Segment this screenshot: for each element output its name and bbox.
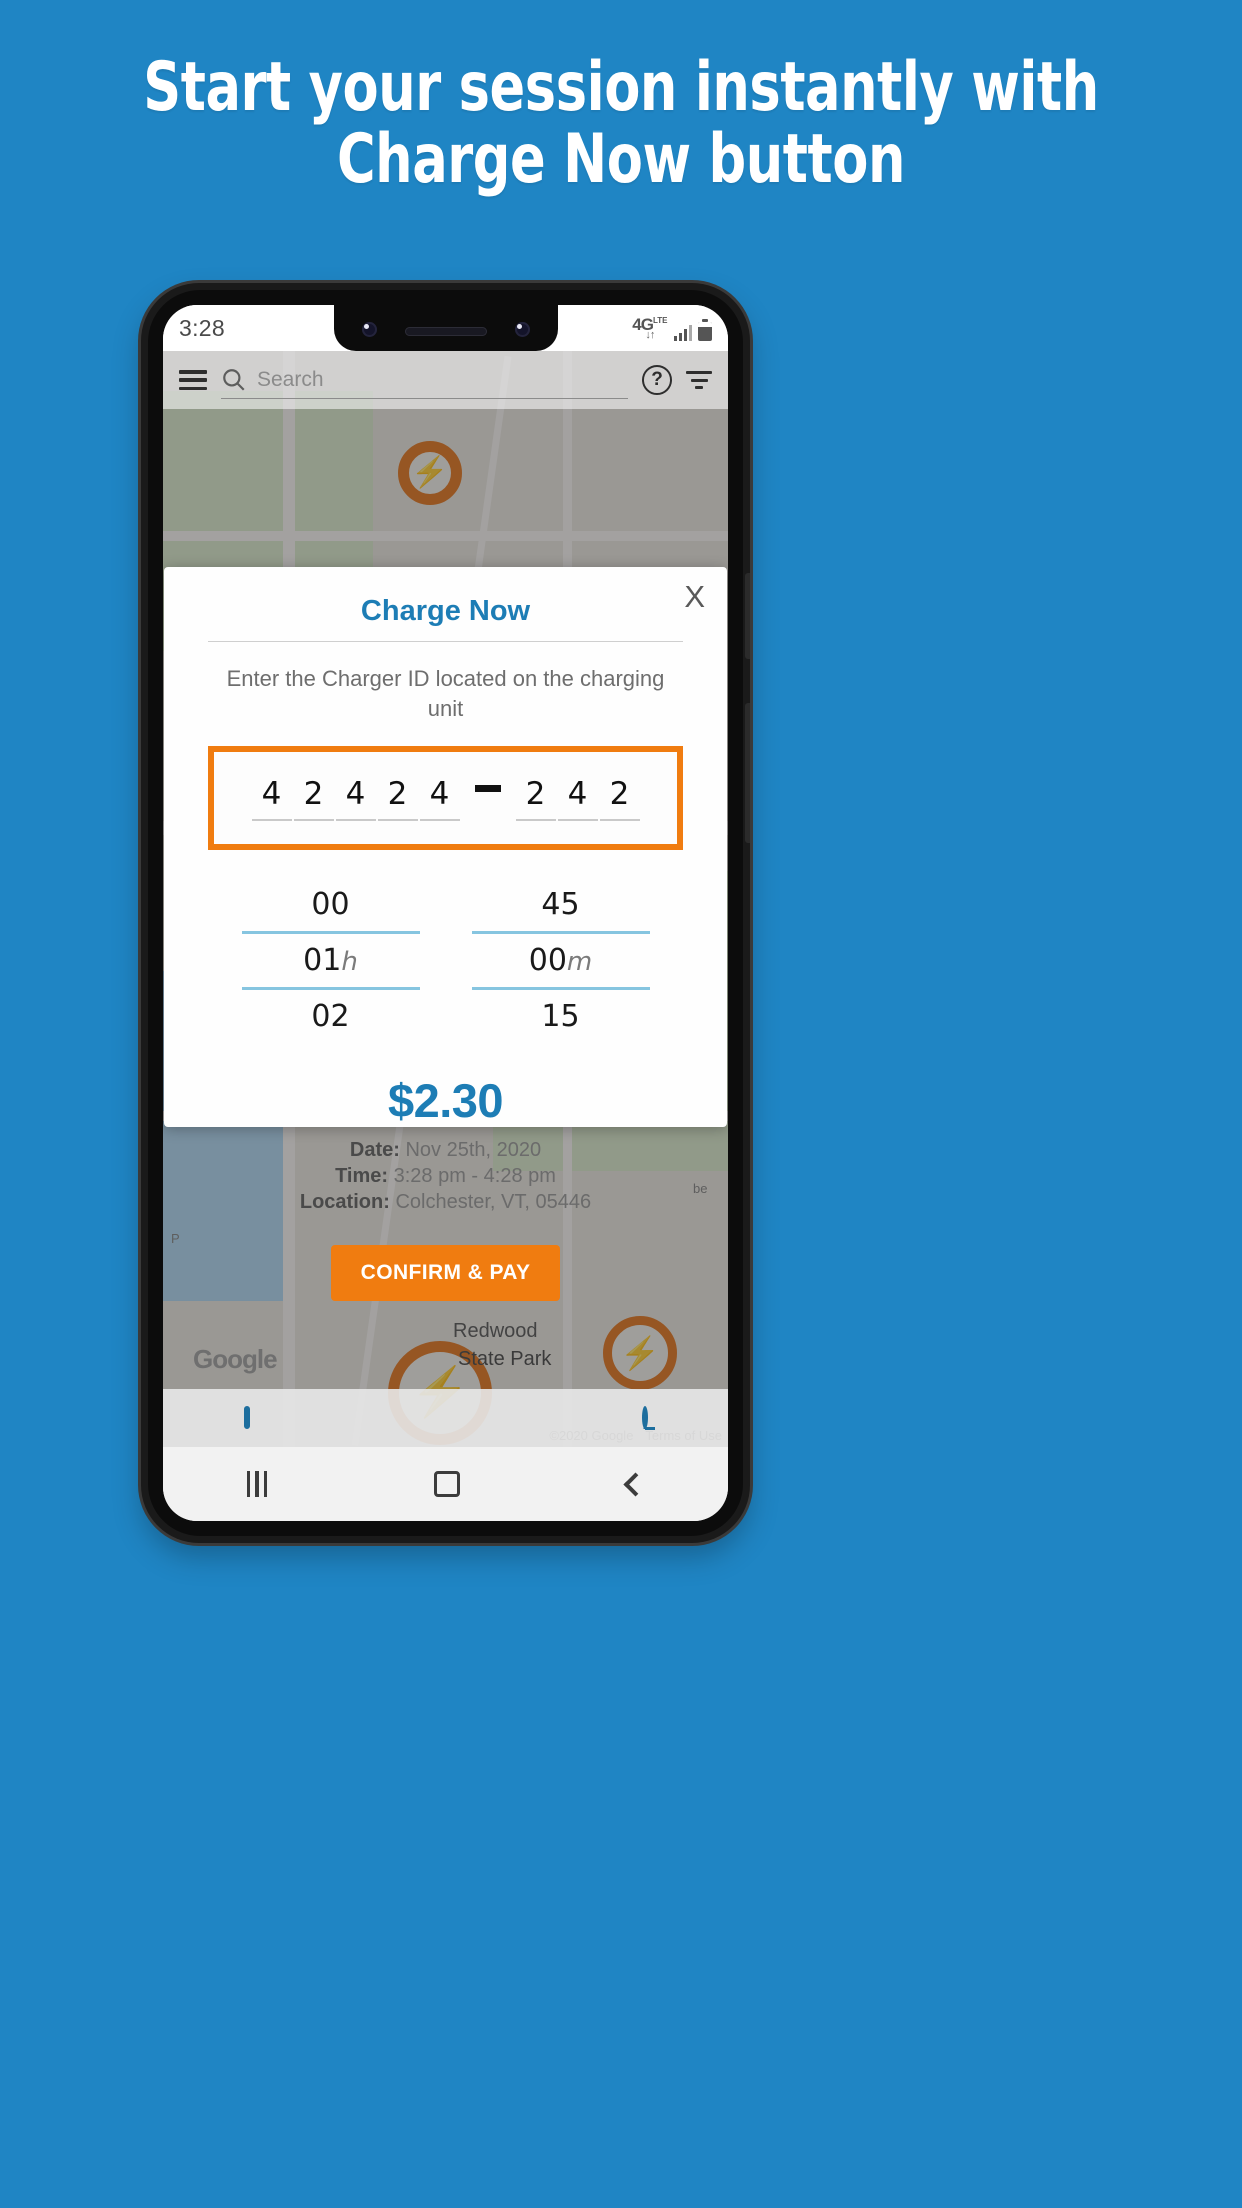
hamburger-menu-icon [179, 370, 207, 390]
battery-icon [698, 318, 712, 341]
status-time: 3:28 [179, 314, 225, 341]
phone-notch [333, 305, 558, 351]
bottom-tab-bar [163, 1389, 728, 1447]
minutes-prev-value[interactable]: 45 [472, 884, 650, 925]
minutes-picker[interactable]: 45 00m 15 [471, 884, 650, 1037]
minutes-value: 00 [528, 943, 567, 978]
network-arrows: ↓↑ [645, 328, 655, 341]
hours-current-value[interactable]: 01h [242, 940, 420, 981]
session-summary: Date: Nov 25th, 2020 Time: 3:28 pm - 4:2… [186, 1137, 705, 1215]
charger-id-digit[interactable]: 4 [251, 776, 292, 821]
phone-mockup: ff B Lo ar P N S be ⚡ ⚡ ⚡ Google Redwood… [141, 283, 750, 1543]
dialog-description: Enter the Charger ID located on the char… [226, 666, 665, 721]
network-type-icon: 4G LTE ↓↑ [632, 316, 667, 341]
hours-picker[interactable]: 00 01h 02 [241, 884, 420, 1037]
charger-id-separator [474, 784, 501, 792]
search-field[interactable]: Search [221, 361, 628, 399]
minutes-current-value[interactable]: 00m [472, 940, 650, 981]
hours-unit: h [341, 947, 358, 977]
hours-divider-bottom [241, 987, 420, 990]
question-mark-icon: ? [642, 365, 672, 395]
front-camera-icon [361, 322, 377, 337]
home-icon[interactable] [434, 1471, 461, 1497]
promo-headline: Start your session instantly with Charge… [87, 52, 1155, 196]
credit-card-icon [243, 1406, 250, 1429]
summary-row-location: Location: Colchester, VT, 05446 [186, 1189, 705, 1215]
menu-button[interactable] [179, 370, 207, 390]
network-sup-label: LTE [652, 315, 668, 325]
summary-value-time: 3:28 pm - 4:28 pm [393, 1165, 556, 1187]
summary-value-location: Colchester, VT, 05446 [395, 1191, 592, 1213]
confirm-button-wrap: CONFIRM & PAY [186, 1245, 705, 1301]
charger-id-input[interactable]: 4 2 4 2 4 2 4 2 [208, 746, 683, 850]
promo-headline-line1: Start your session instantly with [143, 48, 1099, 127]
summary-label-location: Location: [299, 1191, 390, 1213]
charger-id-digit[interactable]: 2 [515, 776, 556, 821]
clock-icon [641, 1406, 648, 1429]
hours-prev-value[interactable]: 00 [242, 884, 420, 925]
minutes-next-value[interactable]: 15 [472, 996, 650, 1037]
close-icon[interactable]: X [684, 581, 705, 612]
summary-label-time: Time: [335, 1165, 389, 1187]
earpiece-speaker [404, 327, 487, 336]
tab-history[interactable] [641, 1406, 648, 1429]
search-icon [223, 368, 245, 391]
dialog-title: Charge Now [360, 595, 531, 627]
recents-icon[interactable] [246, 1471, 268, 1497]
summary-row-time: Time: 3:28 pm - 4:28 pm [186, 1163, 705, 1189]
search-input[interactable]: Search [257, 368, 324, 392]
android-nav-bar [163, 1447, 728, 1521]
phone-screen: ff B Lo ar P N S be ⚡ ⚡ ⚡ Google Redwood… [163, 305, 728, 1521]
hours-value: 01 [303, 943, 342, 978]
charger-id-digit[interactable]: 2 [293, 776, 334, 821]
summary-value-date: Nov 25th, 2020 [405, 1139, 542, 1161]
power-button[interactable] [745, 573, 750, 659]
charger-id-digit[interactable]: 2 [599, 776, 640, 821]
status-icons: 4G LTE ↓↑ [632, 316, 712, 341]
back-icon[interactable] [623, 1471, 648, 1497]
confirm-and-pay-button[interactable]: CONFIRM & PAY [330, 1245, 561, 1301]
summary-label-date: Date: [349, 1139, 400, 1161]
charger-id-right-group[interactable]: 2 4 2 [515, 776, 641, 821]
charger-id-digit[interactable]: 4 [419, 776, 460, 821]
charger-id-digit[interactable]: 4 [335, 776, 376, 821]
help-button[interactable]: ? [642, 365, 672, 395]
app-toolbar: Search ? [163, 351, 728, 409]
volume-button[interactable] [745, 703, 750, 843]
minutes-divider-top [471, 931, 650, 934]
filter-icon [686, 371, 712, 389]
filter-button[interactable] [686, 371, 712, 389]
minutes-divider-bottom [471, 987, 650, 990]
front-camera-icon [514, 322, 530, 337]
hours-next-value[interactable]: 02 [242, 996, 420, 1037]
tab-payment[interactable] [243, 1406, 250, 1429]
charger-id-digit[interactable]: 4 [557, 776, 598, 821]
hours-divider-top [241, 931, 420, 934]
price-total: $2.30 [387, 1074, 504, 1127]
minutes-unit: m [566, 947, 593, 977]
charge-now-dialog: X Charge Now Enter the Charger ID locate… [164, 567, 727, 1301]
summary-row-date: Date: Nov 25th, 2020 [186, 1137, 705, 1163]
charger-id-digit[interactable]: 2 [377, 776, 418, 821]
charger-id-left-group[interactable]: 4 2 4 2 4 [251, 776, 461, 821]
promo-headline-line2: Charge Now button [336, 120, 906, 199]
signal-bars-icon [673, 324, 692, 341]
duration-picker[interactable]: 00 01h 02 45 00m 15 [186, 884, 705, 1037]
